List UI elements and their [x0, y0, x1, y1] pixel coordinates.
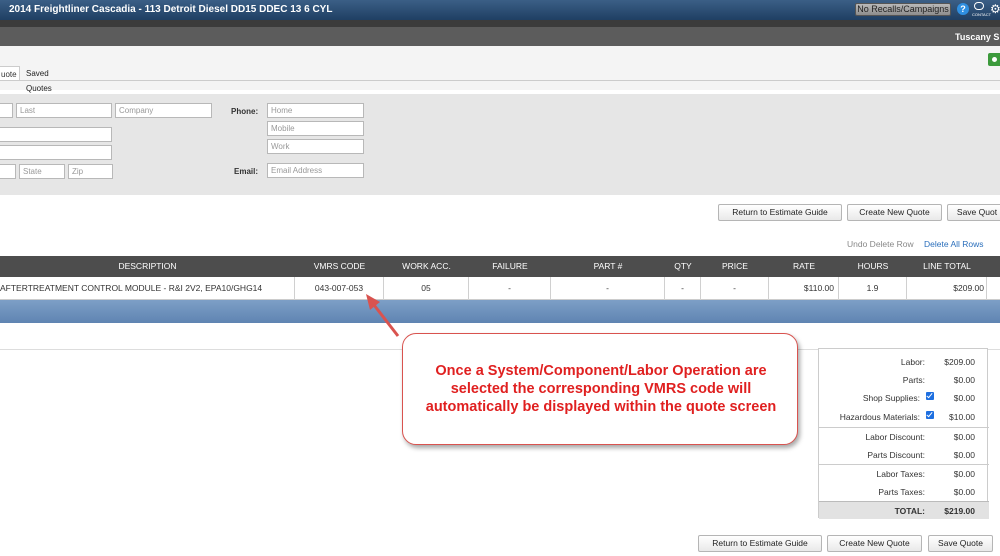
- cell-line-total: $209.00: [907, 277, 987, 300]
- return-to-estimate-guide-button-bottom[interactable]: Return to Estimate Guide: [698, 535, 822, 552]
- col-vmrs-code: VMRS CODE: [313, 261, 366, 271]
- labor-taxes-row: Labor Taxes: $0.00: [819, 465, 989, 483]
- contact-label: CONTACT: [972, 12, 992, 17]
- col-failure: FAILURE: [492, 261, 528, 271]
- last-name-field[interactable]: Last: [16, 103, 112, 118]
- shop-supplies-row: Shop Supplies: $0.00: [819, 389, 989, 407]
- hazardous-materials-value: $10.00: [949, 412, 975, 422]
- first-name-field[interactable]: [0, 103, 13, 118]
- shop-supplies-value: $0.00: [953, 393, 975, 403]
- col-part-number: PART #: [593, 261, 623, 271]
- create-new-quote-button[interactable]: Create New Quote: [847, 204, 942, 221]
- col-price: PRICE: [722, 261, 748, 271]
- return-to-estimate-guide-button[interactable]: Return to Estimate Guide: [718, 204, 842, 221]
- undo-delete-row-link[interactable]: Undo Delete Row: [847, 239, 914, 249]
- totals-panel: Labor: $209.00 Parts: $0.00 Shop Supplie…: [818, 348, 989, 519]
- labor-discount-row: Labor Discount: $0.00: [819, 428, 989, 446]
- recalls-campaigns-button[interactable]: No Recalls/Campaigns: [855, 3, 951, 16]
- hazardous-materials-checkbox[interactable]: [926, 411, 934, 419]
- parts-taxes-label: Parts Taxes:: [878, 487, 925, 497]
- cell-hours: 1.9: [839, 277, 907, 300]
- mobile-phone-field[interactable]: Mobile: [267, 121, 364, 136]
- shop-supplies-checkbox[interactable]: [926, 392, 934, 400]
- labor-discount-label: Labor Discount:: [865, 432, 925, 442]
- vehicle-title: 2014 Freightliner Cascadia - 113 Detroit…: [9, 4, 333, 15]
- zip-field[interactable]: Zip: [68, 164, 113, 179]
- address-line2-field[interactable]: [0, 145, 112, 160]
- parts-label: Parts:: [902, 375, 925, 385]
- col-rate: RATE: [792, 261, 816, 271]
- col-hours: HOURS: [857, 261, 889, 271]
- cell-failure: -: [469, 277, 551, 300]
- cell-price: -: [701, 277, 769, 300]
- home-phone-field[interactable]: Home: [267, 103, 364, 118]
- work-phone-field[interactable]: Work: [267, 139, 364, 154]
- col-line-total: LINE TOTAL: [923, 261, 971, 271]
- address-line1-field[interactable]: [0, 127, 112, 142]
- save-quote-button-bottom[interactable]: Save Quote: [928, 535, 993, 552]
- create-new-quote-button-bottom[interactable]: Create New Quote: [827, 535, 922, 552]
- grand-total-row: TOTAL: $219.00: [819, 501, 989, 519]
- chat-bubble-icon: [974, 2, 984, 10]
- labor-taxes-value: $0.00: [953, 469, 975, 479]
- cell-work-acc: 05: [384, 277, 469, 300]
- total-label: TOTAL:: [894, 506, 925, 516]
- shop-name: Tuscany Sh: [955, 32, 1000, 42]
- labor-taxes-label: Labor Taxes:: [876, 469, 925, 479]
- delete-all-rows-link[interactable]: Delete All Rows: [924, 239, 984, 249]
- phone-label: Phone:: [231, 107, 259, 116]
- cell-description: AFTERTREATMENT CONTROL MODULE - R&I 2V2,…: [0, 277, 295, 300]
- parts-taxes-value: $0.00: [953, 487, 975, 497]
- sub-bar: [0, 20, 1000, 27]
- col-work-acc: WORK ACC.: [402, 261, 451, 271]
- tab-quote[interactable]: uote: [0, 66, 20, 81]
- email-label: Email:: [234, 167, 259, 176]
- tab-divider: [0, 80, 1000, 81]
- labor-label: Labor:: [900, 357, 925, 367]
- shop-supplies-label: Shop Supplies:: [862, 393, 920, 403]
- callout-text: Once a System/Component/Labor Operation …: [425, 363, 777, 415]
- shop-bar: Tuscany Sh: [0, 27, 1000, 46]
- help-icon[interactable]: ?: [957, 3, 969, 15]
- labor-discount-value: $0.00: [953, 432, 975, 442]
- state-field[interactable]: State: [19, 164, 65, 179]
- company-field[interactable]: Company: [115, 103, 212, 118]
- quote-header-area: [0, 46, 1000, 90]
- cell-qty: -: [665, 277, 701, 300]
- cell-part-number: -: [551, 277, 665, 300]
- parts-discount-row: Parts Discount: $0.00: [819, 446, 989, 464]
- parts-value: $0.00: [953, 375, 975, 385]
- add-button[interactable]: [988, 53, 1000, 66]
- col-qty: QTY: [674, 261, 692, 271]
- labor-value: $209.00: [944, 357, 975, 367]
- cell-rate: $110.00: [769, 277, 839, 300]
- city-field[interactable]: [0, 164, 16, 179]
- hazardous-materials-row: Hazardous Materials: $10.00: [819, 408, 989, 426]
- total-value: $219.00: [944, 506, 975, 516]
- labor-total-row: Labor: $209.00: [819, 353, 989, 371]
- parts-discount-value: $0.00: [953, 450, 975, 460]
- parts-total-row: Parts: $0.00: [819, 371, 989, 389]
- contact-icon[interactable]: CONTACT: [972, 1, 992, 19]
- parts-taxes-row: Parts Taxes: $0.00: [819, 483, 989, 501]
- col-description: DESCRIPTION: [118, 261, 177, 271]
- parts-discount-label: Parts Discount:: [867, 450, 925, 460]
- title-bar: 2014 Freightliner Cascadia - 113 Detroit…: [0, 0, 1000, 20]
- cell-vmrs-code: 043-007-053: [295, 277, 384, 300]
- email-field[interactable]: Email Address: [267, 163, 364, 178]
- table-row[interactable]: AFTERTREATMENT CONTROL MODULE - R&I 2V2,…: [0, 277, 1000, 300]
- vmrs-callout: Once a System/Component/Labor Operation …: [402, 333, 798, 445]
- hazardous-materials-label: Hazardous Materials:: [839, 412, 920, 422]
- table-footer-bar: [0, 300, 1000, 323]
- save-quote-button[interactable]: Save Quot: [947, 204, 1000, 221]
- gear-icon[interactable]: ⚙: [990, 2, 1000, 16]
- tab-saved-quotes[interactable]: Saved Quotes: [22, 66, 56, 93]
- quote-table-header: DESCRIPTION VMRS CODE WORK ACC. FAILURE …: [0, 256, 1000, 277]
